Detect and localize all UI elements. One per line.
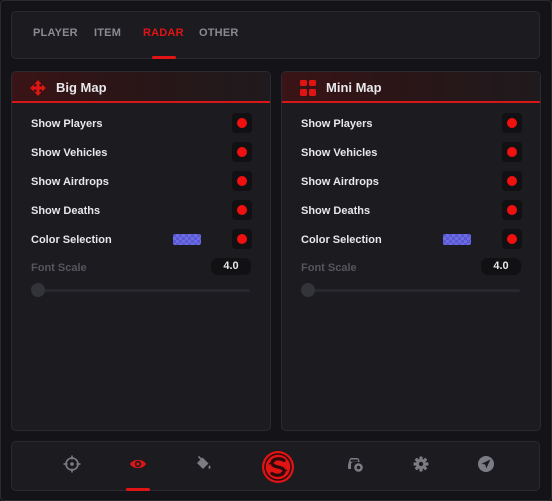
font-scale-label: Font Scale [31, 262, 87, 274]
show-airdrops-toggle[interactable] [232, 171, 252, 191]
show-airdrops-toggle[interactable] [502, 171, 522, 191]
show-vehicles-label: Show Vehicles [31, 147, 108, 159]
eye-icon[interactable] [129, 455, 147, 473]
move-arrows-icon [30, 80, 46, 96]
active-tab-indicator [152, 56, 176, 59]
show-vehicles-toggle[interactable] [502, 142, 522, 162]
color-swatch[interactable] [173, 234, 201, 245]
car-settings-icon[interactable] [346, 455, 364, 473]
font-scale-label: Font Scale [301, 262, 357, 274]
font-scale-slider-track[interactable] [36, 289, 250, 292]
font-scale-slider-thumb[interactable] [301, 283, 315, 297]
show-deaths-toggle[interactable] [232, 200, 252, 220]
tab-other[interactable]: OTHER [199, 27, 239, 39]
panel-header: Mini Map [282, 72, 540, 103]
show-deaths-label: Show Deaths [31, 205, 101, 217]
show-players-label: Show Players [31, 118, 103, 130]
show-vehicles-label: Show Vehicles [301, 147, 378, 159]
app-window: PLAYER ITEM RADAR OTHER Big Map Show Pla… [0, 0, 552, 501]
logo-icon[interactable] [261, 450, 295, 484]
grid-squares-icon [300, 80, 316, 96]
big-map-panel: Big Map Show Players Show Vehicles Show … [11, 71, 271, 431]
panel-title: Big Map [56, 80, 107, 95]
tab-player[interactable]: PLAYER [33, 27, 78, 39]
top-tab-bar: PLAYER ITEM RADAR OTHER [11, 11, 540, 59]
show-players-toggle[interactable] [502, 113, 522, 133]
color-selection-label: Color Selection [31, 234, 112, 246]
show-deaths-label: Show Deaths [301, 205, 371, 217]
color-selection-toggle[interactable] [232, 229, 252, 249]
show-deaths-toggle[interactable] [502, 200, 522, 220]
show-vehicles-toggle[interactable] [232, 142, 252, 162]
font-scale-slider-thumb[interactable] [31, 283, 45, 297]
font-scale-slider-track[interactable] [306, 289, 520, 292]
paint-bucket-icon[interactable] [194, 455, 212, 473]
color-selection-toggle[interactable] [502, 229, 522, 249]
gear-icon[interactable] [412, 455, 430, 473]
bottom-nav-bar [11, 441, 540, 491]
show-airdrops-label: Show Airdrops [301, 176, 379, 188]
show-players-label: Show Players [301, 118, 373, 130]
mini-map-panel: Mini Map Show Players Show Vehicles Show… [281, 71, 541, 431]
tab-radar[interactable]: RADAR [143, 27, 184, 39]
color-swatch[interactable] [443, 234, 471, 245]
tab-item[interactable]: ITEM [94, 27, 121, 39]
font-scale-value[interactable]: 4.0 [481, 258, 521, 275]
panel-title: Mini Map [326, 80, 382, 95]
font-scale-value[interactable]: 4.0 [211, 258, 251, 275]
show-airdrops-label: Show Airdrops [31, 176, 109, 188]
show-players-toggle[interactable] [232, 113, 252, 133]
active-nav-indicator [126, 488, 150, 491]
color-selection-label: Color Selection [301, 234, 382, 246]
panel-header: Big Map [12, 72, 270, 103]
send-icon[interactable] [477, 455, 495, 473]
crosshair-icon[interactable] [63, 455, 81, 473]
